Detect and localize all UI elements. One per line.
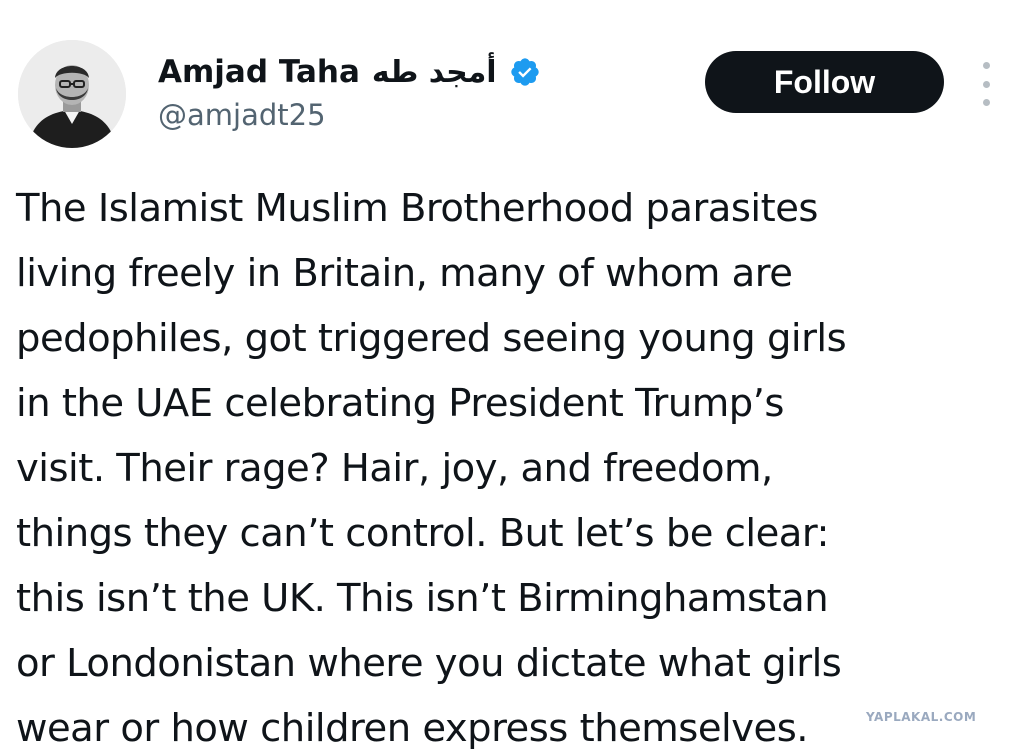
site-watermark: YAPLAKAL.COM (866, 710, 977, 724)
user-handle[interactable]: @amjadt25 (158, 98, 326, 132)
verified-badge-icon (509, 56, 541, 88)
more-dot (982, 62, 990, 69)
tweet-card: Amjad Taha أمجد طه @amjadt25 Follow The … (0, 0, 1024, 750)
tweet-text-line: visit. Their rage? Hair, joy, and freedo… (16, 446, 773, 491)
tweet-text-line: in the UAE celebrating President Trump’s (16, 381, 784, 426)
tweet-text-line: or Londonistan where you dictate what gi… (16, 641, 842, 686)
tweet-text-line: living freely in Britain, many of whom a… (16, 251, 793, 296)
tweet-text: The Islamist Muslim Brotherhood parasite… (16, 176, 1016, 750)
more-dot (982, 99, 990, 106)
follow-button[interactable]: Follow (705, 51, 944, 113)
tweet-text-line: this isn’t the UK. This isn’t Birmingham… (16, 576, 829, 621)
more-dot (982, 80, 990, 88)
avatar[interactable] (18, 40, 126, 148)
tweet-text-line: things they can’t control. But let’s be … (16, 511, 829, 556)
more-vertical-icon[interactable] (974, 62, 998, 106)
tweet-text-line: The Islamist Muslim Brotherhood parasite… (16, 186, 818, 231)
author-name-row: Amjad Taha أمجد طه (158, 50, 541, 94)
avatar-photo (18, 40, 126, 148)
arabic-display-name[interactable]: أمجد طه (372, 55, 497, 90)
display-name[interactable]: Amjad Taha (158, 54, 360, 90)
tweet-text-line: pedophiles, got triggered seeing young g… (16, 316, 847, 361)
